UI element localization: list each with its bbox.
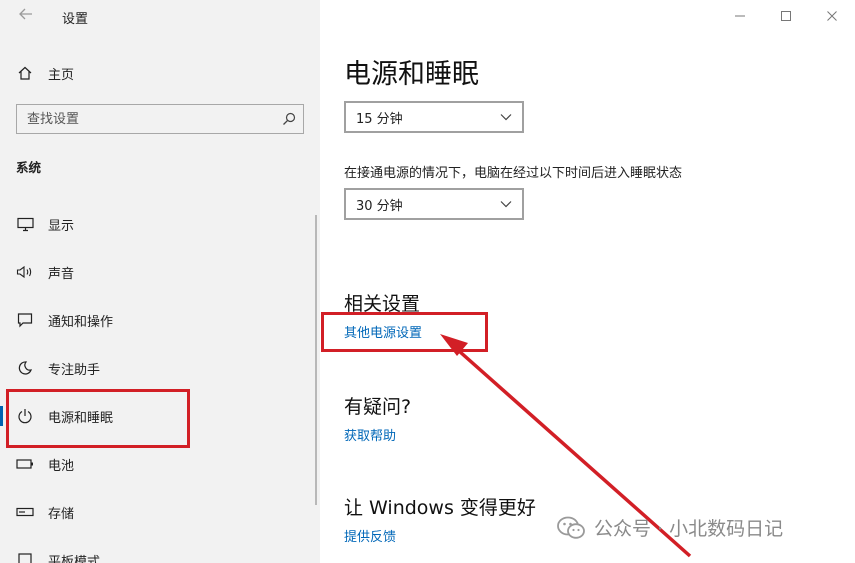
annotation-box-power-settings-link [321,312,488,352]
page-title: 电源和睡眠 [344,59,479,90]
window-title: 设置 [62,12,89,27]
sidebar: 设置 主页 系统 显示 声音 通知和操作 [0,0,320,563]
give-feedback-link[interactable]: 提供反馈 [344,526,396,545]
sidebar-item-label: 显示 [48,218,75,234]
home-label: 主页 [48,67,75,83]
sidebar-item-notifications[interactable]: 通知和操作 [0,300,320,340]
wechat-icon [557,516,585,539]
close-icon [827,11,837,21]
sidebar-item-label: 声音 [48,266,75,282]
sleep-timeout-dropdown[interactable]: 30 分钟 [344,188,524,220]
search-input[interactable] [17,105,277,133]
chevron-down-icon [500,114,512,121]
sidebar-item-label: 通知和操作 [48,314,114,330]
section-heading-system: 系统 [16,160,42,175]
maximize-icon [781,11,791,21]
focus-assist-icon [16,359,34,377]
storage-icon [16,503,34,521]
sidebar-scrollbar[interactable] [315,215,317,505]
sidebar-item-battery[interactable]: 电池 [0,444,320,484]
watermark: 公众号 · 小北数码日记 [556,514,783,541]
get-help-link[interactable]: 获取帮助 [344,425,396,444]
sleep-description: 在接通电源的情况下，电脑在经过以下时间后进入睡眠状态 [344,166,683,181]
sidebar-item-storage[interactable]: 存储 [0,492,320,532]
sound-icon [16,263,34,281]
search-icon[interactable] [281,111,297,127]
sidebar-item-display[interactable]: 显示 [0,204,320,244]
back-button[interactable] [14,6,38,26]
back-arrow-icon [19,8,32,20]
maximize-button[interactable] [763,0,809,32]
questions-heading: 有疑问? [344,396,412,418]
sidebar-item-label: 电池 [48,458,75,474]
sidebar-item-label: 平板模式 [48,554,101,563]
sidebar-item-focus-assist[interactable]: 专注助手 [0,348,320,388]
display-icon [16,215,34,233]
sidebar-item-label: 存储 [48,506,75,522]
search-box[interactable] [16,104,304,134]
watermark-text: 公众号 · 小北数码日记 [594,518,784,540]
close-button[interactable] [809,0,855,32]
active-indicator [0,406,3,426]
minimize-button[interactable] [717,0,763,32]
dropdown-value: 15 分钟 [356,111,403,127]
battery-icon [16,455,34,473]
minimize-icon [735,15,745,17]
screen-timeout-dropdown[interactable]: 15 分钟 [344,101,524,133]
tablet-icon [16,551,34,563]
sidebar-item-home[interactable]: 主页 [16,62,74,84]
improve-windows-heading: 让 Windows 变得更好 [344,497,536,519]
sidebar-item-sound[interactable]: 声音 [0,252,320,292]
annotation-box-power-sleep [6,389,190,448]
home-icon [16,64,34,82]
sidebar-item-label: 专注助手 [48,362,101,378]
sidebar-item-tablet-mode[interactable]: 平板模式 [0,540,320,563]
notification-icon [16,311,34,329]
main-content: 电源和睡眠 15 分钟 在接通电源的情况下，电脑在经过以下时间后进入睡眠状态 3… [320,0,855,563]
dropdown-value: 30 分钟 [356,198,403,214]
chevron-down-icon [500,201,512,208]
window-controls [717,0,855,32]
